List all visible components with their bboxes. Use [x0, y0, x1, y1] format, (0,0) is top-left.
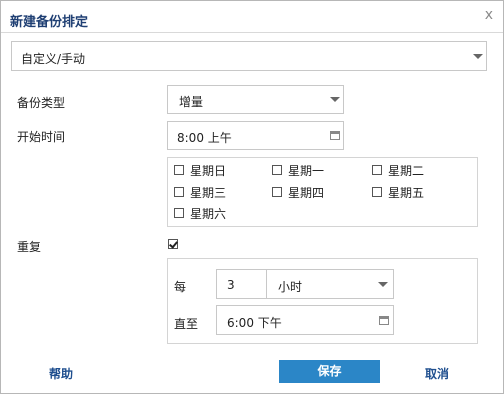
every-label: 每	[174, 280, 187, 294]
checkbox-icon[interactable]	[174, 187, 184, 197]
until-label: 直至	[174, 317, 199, 331]
checkbox-icon[interactable]	[272, 187, 282, 197]
repeat-interval-value: 3	[227, 278, 235, 292]
day-label: 星期日	[190, 164, 227, 178]
repeat-unit-value: 小时	[278, 280, 303, 294]
repeat-interval-input[interactable]: 3	[216, 269, 267, 299]
day-label: 星期二	[388, 164, 425, 178]
cancel-button[interactable]: 取消	[425, 365, 449, 382]
checkbox-icon[interactable]	[174, 208, 184, 218]
dialog-title: 新建备份排定	[10, 15, 89, 30]
chevron-down-icon	[473, 54, 483, 59]
backup-type-label: 备份类型	[17, 96, 66, 110]
schedule-type-select[interactable]: 自定义/手动	[11, 41, 487, 71]
save-button[interactable]: 保存	[279, 360, 380, 383]
chevron-down-icon	[330, 97, 340, 102]
checkbox-icon[interactable]	[272, 165, 282, 175]
checkbox-icon[interactable]	[372, 165, 382, 175]
day-label: 星期四	[288, 186, 325, 200]
repeat-until-value: 6:00 下午	[227, 316, 282, 330]
repeat-checkbox[interactable]	[168, 239, 178, 249]
close-icon[interactable]: x	[485, 7, 493, 23]
day-label: 星期一	[288, 164, 325, 178]
calendar-icon[interactable]	[379, 316, 389, 325]
backup-type-value: 增量	[179, 95, 204, 109]
checkbox-icon[interactable]	[174, 165, 184, 175]
day-label: 星期三	[190, 186, 227, 200]
repeat-settings: 每 3 小时 直至 6:00 下午	[167, 258, 478, 344]
new-backup-schedule-dialog: 新建备份排定 x 自定义/手动 备份类型 增量 开始时间 8:00 上午 星期日…	[0, 0, 504, 394]
calendar-icon[interactable]	[330, 131, 340, 140]
title-divider	[1, 32, 503, 33]
schedule-type-value: 自定义/手动	[21, 52, 86, 66]
day-label: 星期六	[190, 207, 227, 221]
help-link[interactable]: 帮助	[49, 365, 73, 382]
start-time-label: 开始时间	[17, 130, 66, 144]
chevron-down-icon	[378, 282, 388, 287]
repeat-until-input[interactable]: 6:00 下午	[216, 305, 394, 335]
day-label: 星期五	[388, 186, 425, 200]
checkbox-icon[interactable]	[372, 187, 382, 197]
start-time-value: 8:00 上午	[177, 131, 232, 145]
weekday-selector: 星期日 星期一 星期二 星期三 星期四 星期五 星期六	[167, 157, 478, 227]
start-time-input[interactable]: 8:00 上午	[167, 121, 344, 150]
repeat-unit-select[interactable]: 小时	[266, 269, 394, 299]
repeat-label: 重复	[17, 240, 42, 254]
backup-type-select[interactable]: 增量	[167, 85, 344, 114]
